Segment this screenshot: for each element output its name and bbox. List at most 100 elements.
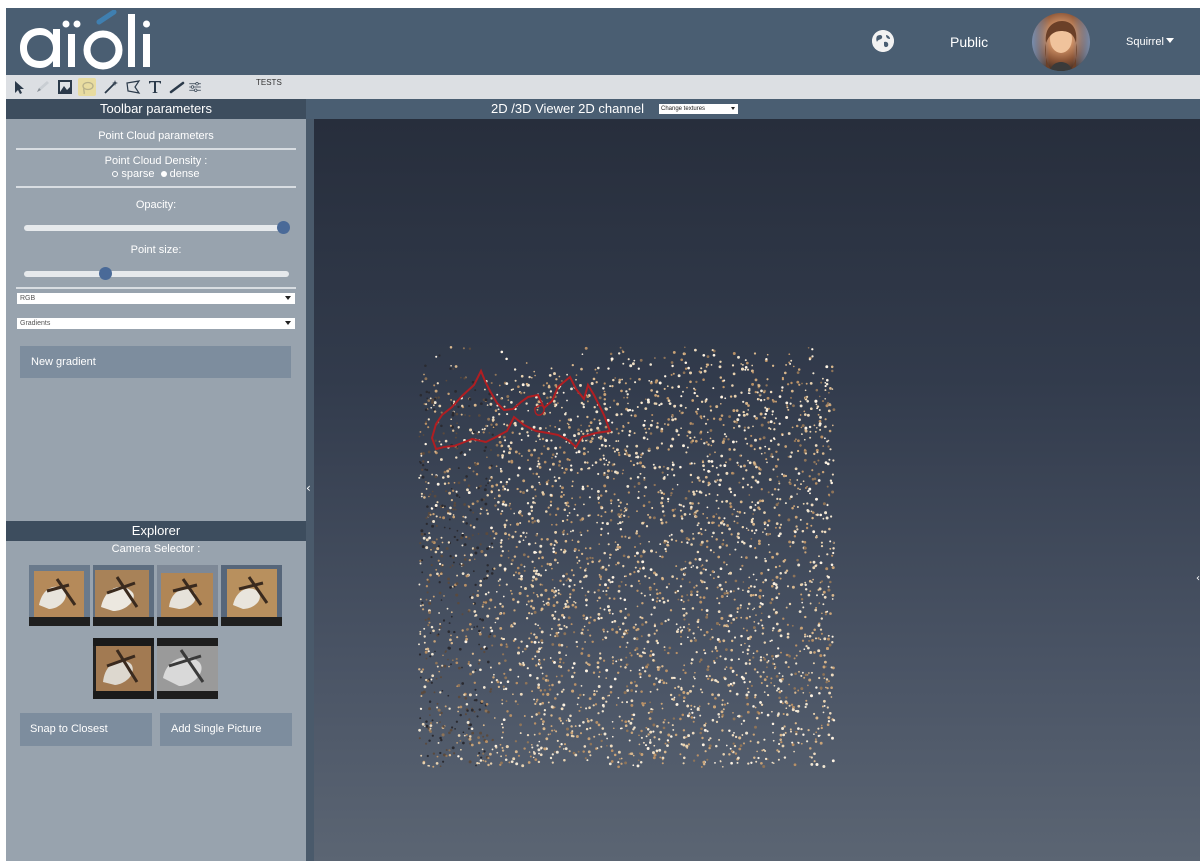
snap-to-closest-button[interactable]: Snap to Closest	[20, 713, 152, 746]
cloud-point	[747, 762, 750, 765]
opacity-slider[interactable]	[24, 221, 290, 234]
camera-thumbnail[interactable]	[93, 638, 154, 699]
cloud-point	[451, 726, 454, 729]
cloud-point	[777, 443, 780, 446]
cloud-point	[696, 407, 700, 411]
cloud-point	[619, 758, 621, 760]
cloud-point	[534, 702, 537, 706]
point-cloud-canvas[interactable]	[314, 119, 1200, 861]
cloud-point	[704, 568, 707, 571]
cloud-point	[505, 700, 508, 703]
point-size-slider[interactable]	[24, 267, 289, 280]
cloud-point	[683, 572, 686, 575]
cloud-point	[703, 649, 706, 652]
avatar[interactable]	[1032, 13, 1090, 71]
cloud-point	[451, 489, 455, 492]
cloud-point	[533, 733, 536, 736]
polygon-select-icon[interactable]	[124, 78, 142, 96]
camera-thumbnail[interactable]	[93, 565, 154, 626]
cloud-point	[594, 703, 598, 706]
cloud-point	[624, 583, 627, 586]
cloud-point	[526, 733, 530, 737]
cloud-point	[448, 707, 451, 710]
cloud-point	[793, 484, 797, 487]
cloud-point	[769, 420, 773, 424]
app-logo[interactable]	[10, 9, 170, 74]
cloud-point	[418, 435, 421, 438]
cloud-point	[479, 579, 482, 583]
cloud-point	[568, 426, 571, 429]
cloud-point	[581, 487, 585, 491]
cloud-point	[762, 656, 765, 659]
text-icon[interactable]	[146, 78, 164, 96]
pointer-icon[interactable]	[10, 78, 28, 96]
cloud-point	[556, 561, 559, 564]
cloud-point	[682, 669, 685, 672]
cloud-point	[628, 537, 630, 539]
image-icon[interactable]	[56, 78, 74, 96]
cloud-point	[827, 733, 831, 737]
cloud-point	[487, 417, 491, 421]
cloud-point	[540, 718, 543, 721]
new-gradient-button[interactable]: New gradient	[20, 346, 291, 378]
cloud-point	[542, 727, 546, 731]
density-option-sparse[interactable]: sparse	[121, 168, 154, 180]
cloud-point	[827, 391, 830, 394]
color-mode-select[interactable]: RGB	[17, 293, 295, 304]
camera-thumbnail[interactable]	[29, 565, 90, 626]
camera-thumbnail[interactable]	[157, 565, 218, 626]
cloud-point	[612, 662, 614, 665]
user-menu[interactable]: Squirrel	[1126, 36, 1164, 48]
cloud-point	[604, 511, 607, 514]
density-radio-dense[interactable]	[160, 171, 167, 178]
cloud-point	[693, 676, 695, 678]
filter-sliders-icon[interactable]	[188, 78, 206, 96]
visibility-label[interactable]: Public	[950, 34, 988, 50]
point-size-slider-thumb[interactable]	[99, 267, 112, 280]
camera-thumbnail[interactable]	[157, 638, 218, 699]
selection-outline[interactable]	[430, 368, 612, 451]
cloud-point	[687, 538, 691, 541]
line-icon[interactable]	[168, 78, 186, 96]
cloud-point	[624, 382, 627, 385]
expand-right-panel-icon[interactable]: ‹	[1196, 573, 1200, 584]
camera-thumbnail[interactable]	[221, 565, 282, 626]
cloud-point	[827, 680, 830, 683]
density-option-dense[interactable]: dense	[170, 168, 200, 180]
cloud-point	[455, 593, 459, 597]
cloud-point	[698, 557, 702, 561]
density-radio-sparse[interactable]	[112, 171, 119, 178]
cloud-point	[695, 558, 697, 561]
cloud-point	[656, 394, 660, 398]
add-single-picture-button[interactable]: Add Single Picture	[160, 713, 292, 746]
cloud-point	[518, 432, 521, 435]
cloud-point	[514, 740, 518, 743]
gradient-select[interactable]: Gradients	[17, 318, 295, 329]
chevron-down-icon[interactable]	[1166, 38, 1174, 43]
globe-icon[interactable]	[872, 30, 894, 52]
cloud-point	[832, 551, 835, 555]
cloud-point	[643, 550, 646, 553]
opacity-slider-thumb[interactable]	[277, 221, 290, 234]
tests-label[interactable]: TESTS	[256, 78, 282, 87]
cloud-point	[650, 613, 653, 616]
cloud-point	[675, 703, 679, 706]
cloud-point	[690, 593, 693, 597]
cloud-point	[422, 608, 425, 611]
cloud-point	[704, 529, 707, 532]
cloud-point	[760, 572, 763, 575]
lasso-icon[interactable]	[78, 78, 96, 96]
magic-wand-icon[interactable]	[102, 78, 120, 96]
collapse-panel-icon[interactable]: ‹	[306, 481, 314, 495]
pen-icon[interactable]	[34, 78, 52, 96]
cloud-point	[670, 373, 673, 376]
3d-viewport[interactable]: ‹	[314, 119, 1200, 861]
cloud-point	[514, 750, 518, 754]
cloud-point	[819, 513, 823, 517]
cloud-point	[653, 744, 656, 747]
cloud-point	[436, 382, 439, 385]
cloud-point	[599, 575, 603, 579]
cloud-point	[428, 700, 432, 703]
texture-select[interactable]: Change textures	[659, 104, 738, 114]
cloud-point	[461, 544, 464, 547]
